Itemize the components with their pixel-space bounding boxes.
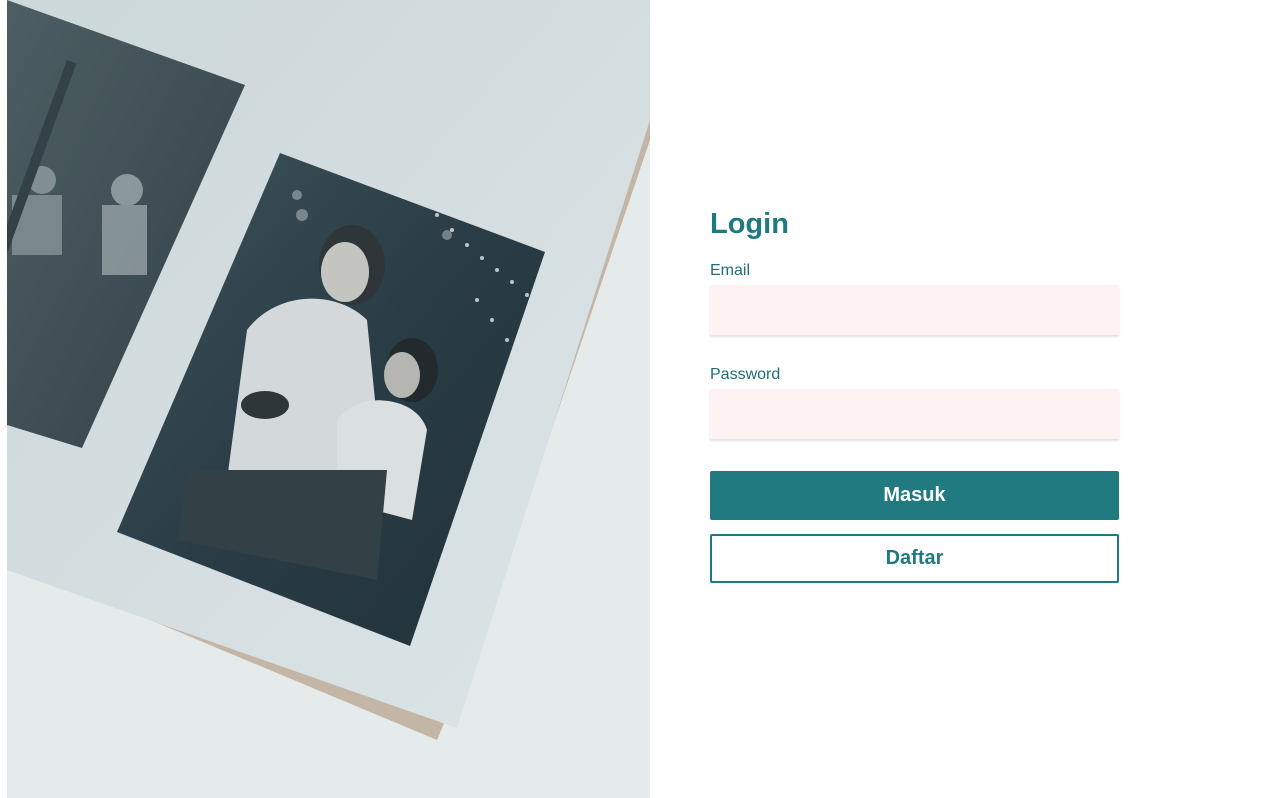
email-label: Email xyxy=(710,262,751,279)
login-submit-button[interactable]: Masuk xyxy=(710,471,1119,520)
password-input[interactable] xyxy=(710,389,1119,439)
email-input[interactable] xyxy=(710,285,1119,335)
hero-photo xyxy=(7,0,650,798)
password-label: Password xyxy=(710,366,781,383)
register-button[interactable]: Daftar xyxy=(710,534,1119,583)
login-page: Login Email Password Masuk Daftar xyxy=(0,0,1280,798)
login-form: Login Email Password Masuk Daftar xyxy=(710,205,1119,583)
login-title: Login xyxy=(710,208,789,240)
photo-album-illustration xyxy=(7,0,650,798)
